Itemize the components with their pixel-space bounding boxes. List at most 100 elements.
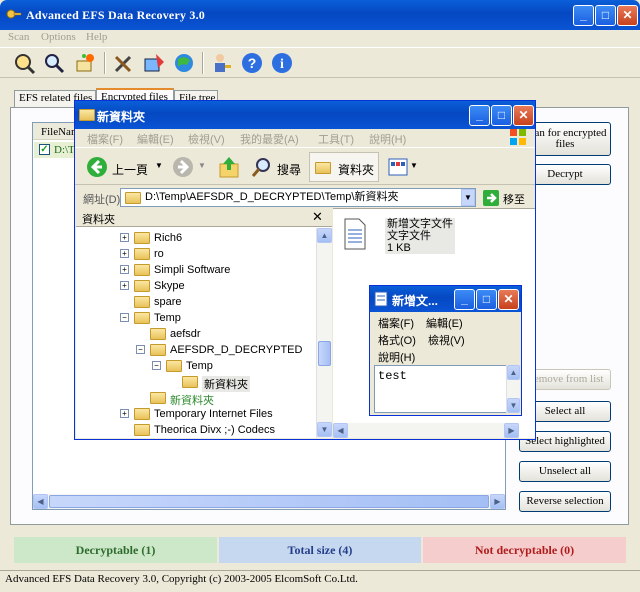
file-hscrollbar[interactable]: ◀ ▶ — [333, 423, 519, 438]
folder-icon — [182, 376, 198, 388]
tree-item-label: 新資料夾 — [170, 395, 214, 407]
wizard-icon[interactable] — [74, 51, 98, 75]
views-dropdown-icon[interactable]: ▼ — [410, 161, 418, 170]
collapse-icon[interactable]: − — [152, 361, 161, 370]
folders-icon — [315, 162, 331, 174]
app-key-icon — [6, 9, 22, 19]
folder-icon — [134, 264, 150, 276]
notepad-text-area[interactable]: test — [374, 365, 507, 413]
scroll-up-button[interactable]: ▲ — [317, 228, 332, 243]
tree-vscrollbar[interactable]: ▲ ▼ — [316, 228, 332, 438]
explorer-minimize-button[interactable]: _ — [469, 105, 490, 126]
file-info: 新增文字文件 文字文件 1 KB — [385, 218, 455, 254]
scroll-up-button[interactable]: ▲ — [507, 365, 520, 380]
svg-text:i: i — [280, 57, 284, 72]
scroll-thumb[interactable] — [49, 495, 489, 508]
menu-help[interactable]: Help — [86, 31, 107, 43]
scroll-down-button[interactable]: ▼ — [507, 398, 520, 413]
folder-tree[interactable]: + Rich6 + ro + Simpli Software + Skype spare − Tem… — [120, 230, 316, 436]
address-input[interactable]: D:\Temp\AEFSDR_D_DECRYPTED\Temp\新資料夾 — [120, 188, 476, 207]
back-dropdown-icon[interactable]: ▼ — [155, 161, 163, 170]
search-icon[interactable] — [251, 156, 273, 178]
scan-icon[interactable] — [12, 51, 36, 75]
decrypt-icon[interactable] — [142, 51, 166, 75]
collapse-icon[interactable]: − — [120, 313, 129, 322]
scroll-left-button[interactable]: ◀ — [33, 494, 48, 509]
info-icon[interactable]: i — [270, 51, 294, 75]
unselect-all-button[interactable]: Unselect all — [519, 461, 611, 482]
collapse-icon[interactable]: − — [136, 345, 145, 354]
search-label[interactable]: 搜尋 — [277, 161, 301, 178]
expand-icon[interactable]: + — [120, 249, 129, 258]
notepad-title-bar[interactable]: 新增文... _ □ ✕ — [370, 286, 521, 312]
help-icon[interactable]: ? — [240, 51, 264, 75]
not-decryptable-status: Not decryptable (0) — [423, 537, 626, 563]
notepad-minimize-button[interactable]: _ — [454, 289, 475, 310]
text-file-icon[interactable] — [343, 218, 367, 250]
address-dropdown-button[interactable]: ▼ — [461, 189, 475, 206]
scroll-right-button[interactable]: ▶ — [504, 423, 519, 438]
expand-icon[interactable]: + — [120, 265, 129, 274]
explorer-maximize-button[interactable]: □ — [491, 105, 512, 126]
file-type: 文字文件 — [387, 230, 431, 242]
notepad-menu-file[interactable]: 檔案(F) — [378, 315, 414, 331]
notepad-window[interactable]: 新增文... _ □ ✕ 檔案(F) 編輯(E) 格式(O) 檢視(V) 說明(… — [369, 285, 522, 416]
search-icon[interactable] — [42, 51, 66, 75]
menu-scan[interactable]: Scan — [8, 31, 29, 43]
notepad-vscrollbar[interactable]: ▲ ▼ — [506, 365, 520, 413]
notepad-menu-view[interactable]: 檢視(V) — [428, 332, 465, 348]
go-arrow-icon[interactable] — [483, 190, 499, 206]
forward-dropdown-icon[interactable]: ▼ — [198, 161, 206, 170]
explorer-menu-help[interactable]: 說明(H) — [369, 131, 406, 147]
reverse-selection-button[interactable]: Reverse selection — [519, 491, 611, 512]
user-key-icon[interactable] — [210, 51, 234, 75]
folder-icon — [134, 408, 150, 420]
notepad-menu-format[interactable]: 格式(O) — [378, 332, 416, 348]
back-arrow-icon[interactable] — [86, 156, 108, 178]
folder-icon — [79, 109, 95, 121]
scroll-left-button[interactable]: ◀ — [333, 423, 348, 438]
up-folder-icon[interactable] — [218, 155, 240, 179]
views-icon[interactable] — [388, 158, 408, 176]
expand-icon[interactable]: + — [120, 233, 129, 242]
list-hscrollbar[interactable]: ◀ ▶ — [33, 494, 505, 509]
main-title-bar[interactable]: Advanced EFS Data Recovery 3.0 _ □ ✕ — [0, 0, 640, 30]
notepad-maximize-button[interactable]: □ — [476, 289, 497, 310]
forward-arrow-icon[interactable] — [172, 156, 194, 178]
expand-icon[interactable]: + — [120, 281, 129, 290]
menu-options[interactable]: Options — [41, 31, 76, 43]
globe-icon[interactable] — [172, 51, 196, 75]
scroll-thumb[interactable] — [318, 341, 331, 366]
explorer-title-bar[interactable]: 新資料夾 _ □ ✕ — [75, 101, 535, 129]
close-button[interactable]: ✕ — [617, 5, 638, 26]
tools-icon[interactable] — [112, 51, 136, 75]
folders-button[interactable]: 資料夾 — [309, 152, 379, 182]
go-label[interactable]: 移至 — [503, 191, 525, 207]
notepad-menu-edit[interactable]: 編輯(E) — [426, 315, 463, 331]
folder-icon — [134, 424, 150, 436]
minimize-button[interactable]: _ — [573, 5, 594, 26]
back-label[interactable]: 上一頁 — [112, 161, 148, 178]
explorer-close-button[interactable]: ✕ — [513, 105, 534, 126]
file-name: 新增文字文件 — [387, 218, 453, 230]
explorer-menu-edit[interactable]: 編輯(E) — [137, 131, 174, 147]
explorer-menu-view[interactable]: 檢視(V) — [188, 131, 225, 147]
folder-icon — [150, 344, 166, 356]
folder-icon — [134, 312, 150, 324]
folder-icon — [134, 248, 150, 260]
row-checkbox[interactable]: ✓ — [39, 144, 50, 155]
folder-icon — [134, 280, 150, 292]
explorer-title: 新資料夾 — [97, 110, 146, 124]
maximize-button[interactable]: □ — [595, 5, 616, 26]
explorer-menu-file[interactable]: 檔案(F) — [87, 131, 123, 147]
explorer-menu-tools[interactable]: 工具(T) — [318, 131, 354, 147]
explorer-menu-favorites[interactable]: 我的最愛(A) — [240, 131, 299, 147]
folder-pane-close-icon[interactable]: ✕ — [312, 209, 323, 225]
scroll-down-button[interactable]: ▼ — [317, 422, 332, 437]
notepad-close-button[interactable]: ✕ — [498, 289, 519, 310]
scroll-right-button[interactable]: ▶ — [490, 494, 505, 509]
notepad-menu-help[interactable]: 說明(H) — [378, 349, 415, 365]
file-size: 1 KB — [387, 242, 411, 254]
expand-icon[interactable]: + — [120, 409, 129, 418]
folder-icon — [134, 232, 150, 244]
